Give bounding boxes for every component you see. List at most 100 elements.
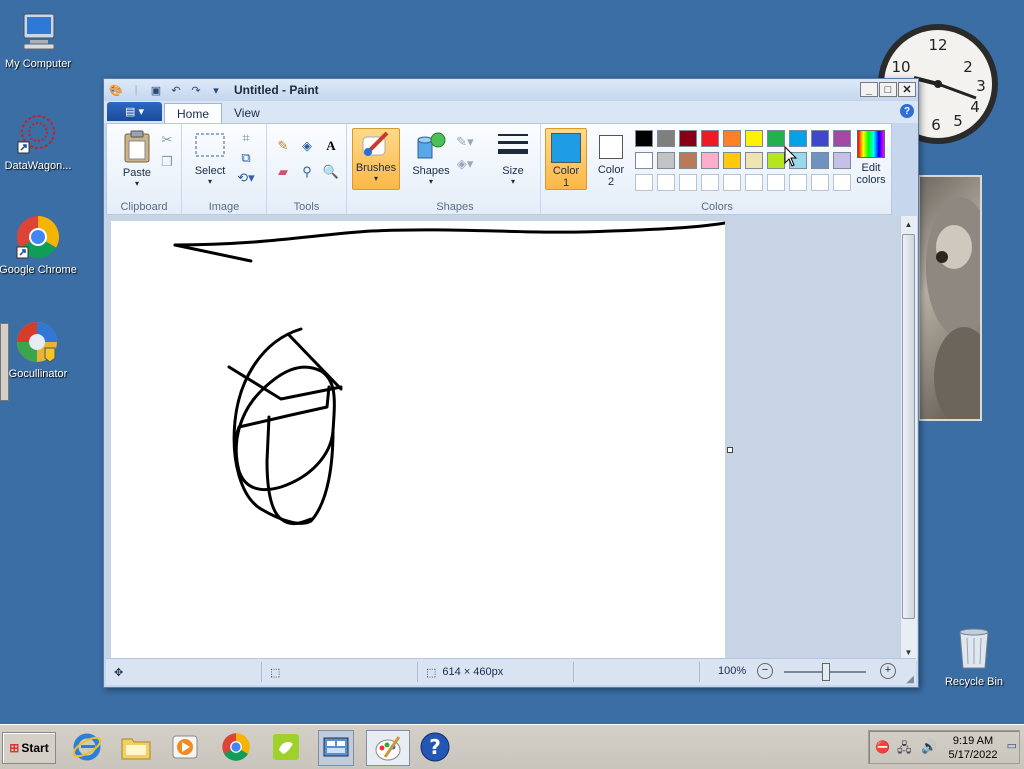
desktop-icon-datawagon[interactable]: DataWagon...: [0, 112, 78, 172]
color1-button[interactable]: Color 1: [545, 128, 587, 190]
undo-icon[interactable]: ↶: [168, 82, 184, 98]
palette-swatch[interactable]: [789, 130, 807, 147]
desktop-icon-gocullinator[interactable]: Gocullinator: [0, 320, 78, 380]
palette-swatch[interactable]: [701, 130, 719, 147]
svg-text:4: 4: [970, 98, 980, 116]
pencil-icon[interactable]: ✎: [273, 136, 293, 156]
tools-group: ✎ ◈ A ▰ ⚲ 🔍 Tools: [267, 124, 347, 214]
custom-color-slot[interactable]: [701, 174, 719, 191]
left-edge-tab[interactable]: [0, 323, 9, 401]
svg-text:5: 5: [953, 112, 963, 130]
taskbar-paint[interactable]: [366, 730, 410, 766]
minimize-button[interactable]: _: [860, 82, 878, 97]
palette-swatch[interactable]: [811, 130, 829, 147]
palette-swatch[interactable]: [767, 130, 785, 147]
network-icon[interactable]: 🖧: [897, 739, 912, 761]
size-button[interactable]: Size ▾: [493, 130, 533, 186]
paint-menu-button[interactable]: ▤ ▾: [107, 102, 162, 121]
eraser-icon[interactable]: ▰: [273, 162, 293, 182]
color2-button[interactable]: Color 2: [591, 128, 631, 188]
palette-swatch[interactable]: [745, 152, 763, 169]
custom-color-slot[interactable]: [635, 174, 653, 191]
taskbar-control-panel[interactable]: [318, 730, 354, 766]
edit-colors-button[interactable]: Edit colors: [849, 130, 893, 186]
bird-app-icon: [273, 734, 299, 760]
taskbar-google-chrome[interactable]: [219, 730, 253, 764]
resize-icon[interactable]: ⧉: [236, 148, 256, 168]
taskbar-file-explorer[interactable]: [119, 730, 153, 764]
custom-color-slot[interactable]: [723, 174, 741, 191]
drawing-strokes: [173, 221, 727, 526]
desktop-icon-recycle-bin[interactable]: Recycle Bin: [934, 624, 1014, 688]
palette-swatch[interactable]: [745, 130, 763, 147]
rotate-icon[interactable]: ⟲▾: [236, 168, 256, 188]
color-picker-icon[interactable]: ⚲: [297, 162, 317, 182]
zoom-out-button[interactable]: −: [757, 663, 773, 679]
palette-swatch[interactable]: [657, 152, 675, 169]
custom-color-slot[interactable]: [745, 174, 763, 191]
help-icon[interactable]: ?: [900, 104, 914, 118]
palette-swatch[interactable]: [723, 130, 741, 147]
tab-view[interactable]: View: [222, 103, 272, 123]
cut-icon[interactable]: ✂: [157, 130, 177, 150]
desktop-icon-my-computer[interactable]: My Computer: [0, 10, 78, 70]
taskbar-app-bird[interactable]: [269, 730, 303, 764]
brushes-button[interactable]: Brushes ▾: [352, 128, 400, 190]
network-error-icon[interactable]: ⛔: [875, 740, 890, 754]
gocullinator-icon: [17, 322, 57, 363]
taskbar-media-player[interactable]: [168, 730, 202, 764]
desktop-icon-google-chrome[interactable]: Google Chrome: [0, 214, 78, 276]
paint-app-icon[interactable]: 🎨: [108, 82, 124, 98]
tab-home[interactable]: Home: [164, 103, 223, 124]
outline-icon[interactable]: ✎▾: [455, 132, 475, 152]
canvas-resize-handle[interactable]: [727, 447, 733, 453]
scroll-thumb[interactable]: [902, 234, 915, 619]
start-button[interactable]: ⊞ Start: [2, 732, 56, 764]
shapes-button[interactable]: Shapes ▾: [409, 130, 453, 186]
palette-swatch[interactable]: [635, 152, 653, 169]
select-button[interactable]: Select ▾: [188, 130, 232, 186]
clock-display[interactable]: 9:19 AM 5/17/2022: [947, 734, 999, 762]
redo-icon[interactable]: ↷: [188, 82, 204, 98]
vertical-scrollbar[interactable]: ▲ ▼: [900, 216, 917, 661]
custom-color-slot[interactable]: [657, 174, 675, 191]
fill-icon[interactable]: ◈▾: [455, 154, 475, 174]
crop-icon[interactable]: ⌗: [236, 128, 256, 148]
volume-icon[interactable]: 🔊: [921, 739, 937, 755]
taskbar-internet-explorer[interactable]: [70, 730, 104, 764]
canvas-area[interactable]: [106, 216, 902, 659]
paste-button[interactable]: Paste ▾: [115, 130, 159, 188]
show-desktop-icon[interactable]: ▭: [1007, 739, 1017, 752]
custom-color-slot[interactable]: [811, 174, 829, 191]
title-bar[interactable]: 🎨 | ▣ ↶ ↷ ▾ Untitled - Paint _ □ ✕: [104, 79, 918, 101]
custom-color-slot[interactable]: [767, 174, 785, 191]
palette-swatch[interactable]: [767, 152, 785, 169]
palette-swatch[interactable]: [657, 130, 675, 147]
palette-swatch[interactable]: [679, 130, 697, 147]
custom-color-slot[interactable]: [679, 174, 697, 191]
paint-window[interactable]: 🎨 | ▣ ↶ ↷ ▾ Untitled - Paint _ □ ✕ ▤ ▾ H…: [103, 78, 919, 688]
scroll-up-arrow-icon[interactable]: ▲: [901, 217, 916, 232]
custom-color-slot[interactable]: [789, 174, 807, 191]
close-button[interactable]: ✕: [898, 82, 916, 97]
palette-swatch[interactable]: [701, 152, 719, 169]
save-icon[interactable]: ▣: [148, 82, 164, 98]
magnifier-icon[interactable]: 🔍: [321, 162, 341, 182]
maximize-button[interactable]: □: [879, 82, 897, 97]
photo-gadget[interactable]: [918, 175, 994, 427]
zoom-slider-thumb[interactable]: [822, 663, 830, 681]
text-tool-icon[interactable]: A: [321, 136, 341, 156]
resize-grip-icon[interactable]: ◢: [906, 674, 914, 685]
palette-swatch[interactable]: [635, 130, 653, 147]
copy-icon[interactable]: ❐: [157, 152, 177, 172]
fill-bucket-icon[interactable]: ◈: [297, 136, 317, 156]
window-title: Untitled - Paint: [234, 83, 319, 97]
ribbon-tabs: ▤ ▾ Home View ?: [104, 101, 918, 124]
palette-swatch[interactable]: [723, 152, 741, 169]
palette-swatch[interactable]: [811, 152, 829, 169]
palette-swatch[interactable]: [679, 152, 697, 169]
customize-qat-icon[interactable]: ▾: [208, 82, 224, 98]
taskbar-help[interactable]: ?: [418, 730, 452, 764]
zoom-in-button[interactable]: +: [880, 663, 896, 679]
drawing-canvas[interactable]: [111, 221, 727, 659]
